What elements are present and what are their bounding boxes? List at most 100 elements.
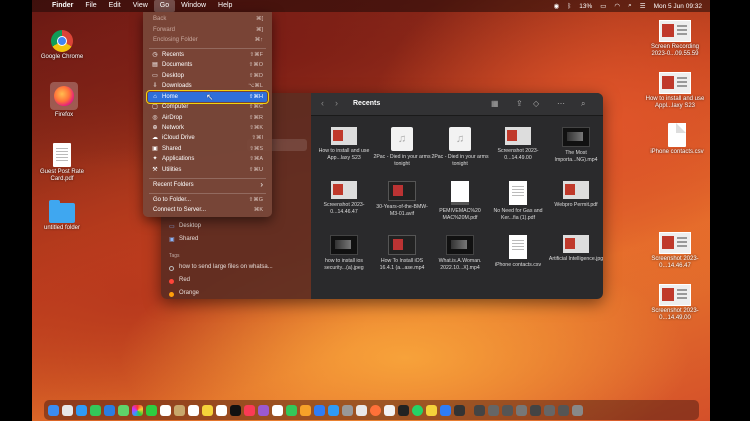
desktop-icon-howto[interactable]: How to install and use Appl...laxy S23 [645, 72, 705, 110]
file-item[interactable]: How to install and use App...laxy S23 [315, 127, 373, 161]
minimized-window-icon[interactable] [502, 404, 513, 416]
file-item[interactable]: Webpro Permit.pdf [547, 181, 603, 209]
menu-help[interactable]: Help [212, 0, 238, 12]
facetime-dock-icon[interactable] [146, 404, 157, 416]
stickies-dock-icon[interactable] [426, 404, 437, 416]
menu-edit[interactable]: Edit [103, 0, 127, 12]
search-icon[interactable]: ⌕ [581, 99, 585, 109]
sidebar-tag-whatsapp[interactable]: how to send large files on whatsa... [179, 264, 273, 270]
control-center-icon[interactable]: ☰ [640, 2, 646, 10]
file-item[interactable]: iPhone contacts.csv [489, 235, 547, 269]
minimized-window-icon[interactable] [530, 404, 541, 416]
view-grid-icon[interactable]: ▦ [491, 99, 499, 108]
freeform-dock-icon[interactable] [216, 404, 227, 416]
menu-item-connect-to-server[interactable]: Connect to Server... ⌘K [148, 205, 267, 215]
menu-item-network[interactable]: ⊕ Network ⇧⌘K [148, 123, 267, 133]
desktop-icon-pdf[interactable]: Guest Post Rate Card.pdf [32, 143, 92, 183]
minimized-window-icon[interactable] [488, 404, 499, 416]
menu-item-recents[interactable]: ◷ Recents ⇧⌘F [148, 50, 267, 60]
file-item[interactable]: Screenshot 2023-0...14.46.47 [315, 181, 373, 215]
maps-dock-icon[interactable] [118, 404, 129, 416]
menu-go[interactable]: Go [153, 0, 176, 12]
app-store-dock-icon[interactable] [328, 404, 339, 416]
share-icon[interactable]: ⇪ [516, 99, 523, 108]
tag-icon[interactable]: ◇ [533, 99, 539, 108]
keynote-dock-icon[interactable] [314, 404, 325, 416]
record-icon[interactable]: ◉ [554, 2, 560, 10]
desktop-icon-screen-recording[interactable]: Screen Recording 2023-0...09.55.59 [645, 20, 705, 58]
file-item[interactable]: Artificial Intelligence.jpg [547, 235, 603, 263]
file-item[interactable]: No Need for Gas and Ker...fia (1).pdf [489, 181, 547, 221]
terminal-dock-icon[interactable] [398, 404, 409, 416]
preview-dock-icon[interactable] [356, 404, 367, 416]
tv-dock-icon[interactable] [230, 404, 241, 416]
sidebar-tag-orange[interactable]: Orange [179, 290, 199, 296]
file-item[interactable]: How To Install iOS 16.4.1 (a...ase.mp4 [373, 235, 431, 271]
file-item[interactable]: PEMIVEMAC%20 MAC%20M.pdf [431, 181, 489, 221]
file-item[interactable]: 30-Years-of-the-BMW-M3-01.avif [373, 181, 431, 217]
reminders-dock-icon[interactable] [188, 404, 199, 416]
file-item[interactable]: how to install ios security...(a).jpeg [315, 235, 373, 271]
file-item[interactable]: What.is.A.Woman. 2022.10...X].mp4 [431, 235, 489, 271]
trash-dock-icon[interactable] [572, 404, 583, 416]
pages-dock-icon[interactable] [300, 404, 311, 416]
menu-file[interactable]: File [79, 0, 102, 12]
finder-dock-icon[interactable] [48, 404, 59, 416]
activity-monitor-dock-icon[interactable] [454, 404, 465, 416]
menu-item-recent-folders[interactable]: Recent Folders › [148, 180, 267, 190]
news-dock-icon[interactable] [272, 404, 283, 416]
clock[interactable]: Mon 5 Jun 09:32 [654, 3, 702, 10]
menu-window[interactable]: Window [175, 0, 212, 12]
desktop-icon-firefox[interactable]: Firefox [34, 82, 94, 119]
more-actions-icon[interactable]: ⋯ [557, 99, 565, 108]
menu-item-utilities[interactable]: ⚒ Utilities ⇧⌘U [148, 165, 267, 175]
sidebar-item-shared[interactable]: Shared [179, 236, 198, 242]
sidebar-tag-red[interactable]: Red [179, 277, 190, 283]
podcasts-dock-icon[interactable] [258, 404, 269, 416]
numbers-dock-icon[interactable] [286, 404, 297, 416]
minimized-window-icon[interactable] [516, 404, 527, 416]
menu-finder[interactable]: Finder [46, 0, 79, 12]
launchpad-dock-icon[interactable] [62, 404, 73, 416]
menu-item-desktop[interactable]: ▭ Desktop ⇧⌘D [148, 71, 267, 81]
desktop-icon-chrome[interactable]: Google Chrome [32, 30, 92, 61]
desktop-icon-folder[interactable]: untitled folder [32, 200, 92, 232]
file-item[interactable]: ♫ 2Pac - Died in your arms tonight [373, 127, 431, 167]
notes-dock-icon[interactable] [202, 404, 213, 416]
zoom-dock-icon[interactable] [440, 404, 451, 416]
minimized-window-icon[interactable] [558, 404, 569, 416]
file-item[interactable]: ♫ 2Pac - Died in your arms tonight [431, 127, 489, 167]
menu-item-computer[interactable]: ▢ Computer ⇧⌘C [148, 102, 267, 112]
menu-item-icloud-drive[interactable]: ☁ iCloud Drive ⇧⌘I [148, 133, 267, 143]
menu-view[interactable]: View [127, 0, 154, 12]
system-settings-dock-icon[interactable] [342, 404, 353, 416]
chrome-dock-icon[interactable] [384, 404, 395, 416]
menu-item-airdrop[interactable]: ◎ AirDrop ⇧⌘R [148, 113, 267, 123]
calendar-dock-icon[interactable] [160, 404, 171, 416]
whatsapp-dock-icon[interactable] [412, 404, 423, 416]
mail-dock-icon[interactable] [104, 404, 115, 416]
music-dock-icon[interactable] [244, 404, 255, 416]
firefox-dock-icon[interactable] [370, 404, 381, 416]
bluetooth-icon[interactable]: ᛒ [567, 3, 571, 10]
minimized-window-icon[interactable] [544, 404, 555, 416]
file-item[interactable]: The Most Importa...NG).mp4 [547, 127, 603, 163]
menu-item-applications[interactable]: ✦ Applications ⇧⌘A [148, 154, 267, 164]
minimized-window-icon[interactable] [474, 404, 485, 416]
desktop-icon-screenshot-1[interactable]: Screenshot 2023-0...14.46.47 [645, 232, 705, 270]
file-item[interactable]: Screenshot 2023-0...14.49.00 [489, 127, 547, 161]
contacts-dock-icon[interactable] [174, 404, 185, 416]
menu-item-downloads[interactable]: ⇩ Downloads ⌥⌘L [148, 81, 267, 89]
menu-item-go-to-folder[interactable]: Go to Folder... ⇧⌘G [148, 195, 267, 205]
menu-item-shared[interactable]: ▣ Shared ⇧⌘S [148, 144, 267, 154]
sidebar-item-desktop[interactable]: Desktop [179, 223, 201, 229]
desktop-icon-screenshot-2[interactable]: Screenshot 2023-0...14.49.00 [645, 284, 705, 322]
wifi-icon[interactable]: ◠ [614, 2, 620, 10]
battery-icon[interactable]: ▭ [600, 2, 606, 10]
search-icon[interactable]: ⌕ [628, 2, 632, 10]
messages-dock-icon[interactable] [90, 404, 101, 416]
desktop-icon-csv[interactable]: iPhone contacts.csv [647, 123, 707, 156]
safari-dock-icon[interactable] [76, 404, 87, 416]
photos-dock-icon[interactable] [132, 404, 143, 416]
back-arrow-icon[interactable]: ‹ [321, 98, 324, 108]
